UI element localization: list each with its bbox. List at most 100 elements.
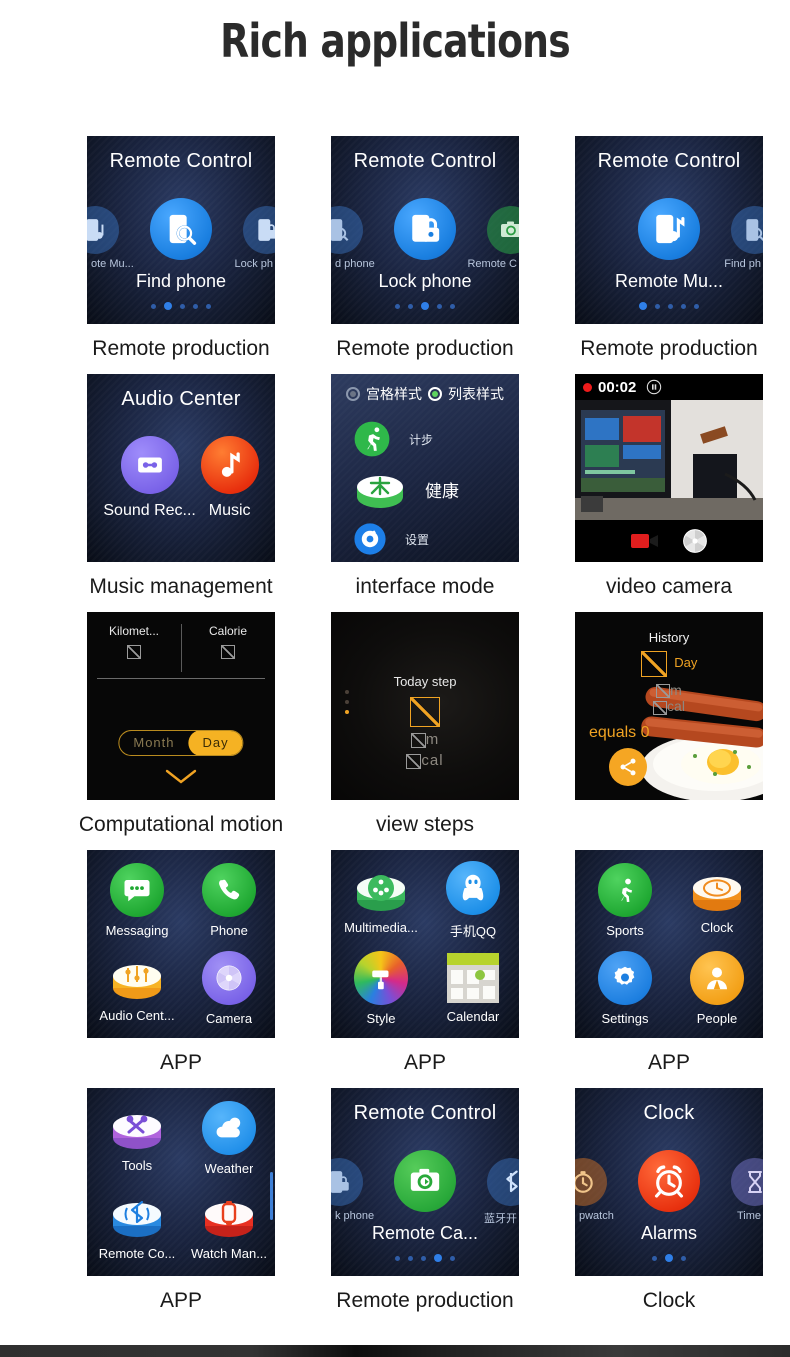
app-camera[interactable]: Camera bbox=[183, 950, 275, 1026]
card-caption: APP bbox=[647, 1051, 691, 1074]
period-toggle[interactable]: Month Day bbox=[118, 730, 244, 756]
list-item[interactable]: 计步 bbox=[353, 414, 509, 464]
lock-phone-icon[interactable] bbox=[394, 198, 456, 260]
video-record-icon[interactable] bbox=[630, 530, 660, 552]
calorie-placeholder bbox=[653, 700, 668, 715]
side-label-left: d phone bbox=[335, 258, 375, 270]
app-settings[interactable]: Settings bbox=[579, 950, 671, 1026]
watch-screen[interactable]: Kilomet... Calorie Month Day bbox=[87, 612, 275, 800]
shutter-icon[interactable] bbox=[682, 528, 708, 554]
app-multimedia[interactable]: Multimedia... bbox=[335, 866, 427, 935]
side-label-left: k phone bbox=[335, 1210, 375, 1222]
watch-screen[interactable]: Multimedia... 手机QQ Style Calendar bbox=[331, 850, 519, 1038]
card-app-grid-3[interactable]: Sports Clock Settings People APP bbox=[551, 850, 787, 1088]
card-interface-mode[interactable]: 宫格样式 列表样式 计步 健康 设置 interface mode bbox=[307, 374, 543, 612]
app-watch-manager[interactable]: Watch Man... bbox=[183, 1192, 275, 1261]
card-app-grid-1[interactable]: Messaging Phone Audio Cent... Camera APP bbox=[63, 850, 299, 1088]
watch-screen[interactable]: Clock pwatch Time Alarms bbox=[575, 1088, 763, 1276]
toggle-day[interactable]: Day bbox=[188, 731, 243, 755]
watch-screen[interactable]: Remote Control k phone 蓝牙开 Remote Ca... bbox=[331, 1088, 519, 1276]
list-item-label: 计步 bbox=[409, 432, 434, 447]
divider bbox=[97, 678, 265, 679]
watch-screen[interactable]: Today step m cal bbox=[331, 612, 519, 800]
card-caption: view steps bbox=[375, 813, 475, 836]
watch-screen[interactable]: Sports Clock Settings People bbox=[575, 850, 763, 1038]
remote-camera-icon[interactable] bbox=[394, 1150, 456, 1212]
list-item[interactable]: 设置 bbox=[353, 514, 509, 562]
card-view-steps[interactable]: Today step m cal view steps bbox=[307, 612, 543, 850]
card-history[interactable]: History Day m cal equals 0 bbox=[551, 612, 787, 850]
pause-icon[interactable] bbox=[646, 379, 662, 395]
card-video-camera[interactable]: 00:02 video camera bbox=[551, 374, 787, 612]
watch-screen[interactable]: Remote Control d phone Remote C Lock pho… bbox=[331, 136, 519, 324]
watch-screen[interactable]: Remote Control ote Mu... Lock ph Find ph… bbox=[87, 136, 275, 324]
watch-screen[interactable]: 00:02 bbox=[575, 374, 763, 562]
page-dots[interactable] bbox=[331, 1254, 519, 1262]
watch-screen[interactable]: 宫格样式 列表样式 计步 健康 设置 bbox=[331, 374, 519, 562]
card-remote-music[interactable]: Remote Control Find ph Remote Mu... Remo… bbox=[551, 136, 787, 374]
app-label: People bbox=[696, 1010, 738, 1026]
lock-phone-icon[interactable] bbox=[331, 1158, 363, 1206]
card-computational-motion[interactable]: Kilomet... Calorie Month Day Computation… bbox=[63, 612, 299, 850]
app-audio-center[interactable]: Audio Cent... bbox=[91, 954, 183, 1023]
app-clock[interactable]: Clock bbox=[671, 866, 763, 935]
app-sound-recorder[interactable]: Sound Rec... bbox=[103, 436, 196, 520]
radio-grid-style[interactable] bbox=[346, 387, 360, 401]
app-sports[interactable]: Sports bbox=[579, 862, 671, 938]
list-item[interactable]: 健康 bbox=[353, 464, 509, 514]
app-messaging[interactable]: Messaging bbox=[91, 862, 183, 938]
style-selector[interactable]: 宫格样式 列表样式 bbox=[331, 384, 519, 404]
remote-music-icon[interactable] bbox=[638, 198, 700, 260]
alarm-clock-icon[interactable] bbox=[638, 1150, 700, 1212]
card-remote-lock-phone[interactable]: Remote Control d phone Remote C Lock pho… bbox=[307, 136, 543, 374]
app-style[interactable]: Style bbox=[335, 950, 427, 1026]
share-icon[interactable] bbox=[609, 748, 647, 786]
find-phone-icon[interactable] bbox=[150, 198, 212, 260]
app-phone[interactable]: Phone bbox=[183, 862, 275, 938]
remote-camera-icon[interactable] bbox=[487, 206, 519, 254]
app-tools[interactable]: Tools bbox=[91, 1104, 183, 1173]
card-audio-center[interactable]: Audio Center Sound Rec... Music Music ma… bbox=[63, 374, 299, 612]
card-remote-camera[interactable]: Remote Control k phone 蓝牙开 Remote Ca... … bbox=[307, 1088, 543, 1326]
radio-list-style[interactable] bbox=[428, 387, 442, 401]
remote-music-icon[interactable] bbox=[87, 206, 119, 254]
app-qq[interactable]: 手机QQ bbox=[427, 860, 519, 940]
side-label-left: pwatch bbox=[579, 1210, 614, 1222]
screen-header: Remote Control bbox=[109, 150, 253, 172]
watch-screen[interactable]: Tools Weather Remote Co... Watch Man... bbox=[87, 1088, 275, 1276]
card-clock-alarms[interactable]: Clock pwatch Time Alarms Clock bbox=[551, 1088, 787, 1326]
card-app-grid-2[interactable]: Multimedia... 手机QQ Style Calendar APP bbox=[307, 850, 543, 1088]
app-people[interactable]: People bbox=[671, 950, 763, 1026]
page-dots[interactable] bbox=[87, 302, 275, 310]
chevron-down-icon[interactable] bbox=[164, 768, 198, 786]
card-caption: video camera bbox=[605, 575, 733, 598]
bluetooth-icon[interactable] bbox=[487, 1158, 519, 1206]
stopwatch-icon[interactable] bbox=[575, 1158, 607, 1206]
audio-apps-row: Sound Rec... Music bbox=[87, 436, 275, 520]
page-dots[interactable] bbox=[575, 302, 763, 310]
scrollbar[interactable] bbox=[270, 1172, 273, 1220]
distance-placeholder bbox=[410, 732, 426, 748]
page-dots[interactable] bbox=[331, 302, 519, 310]
watch-screen[interactable]: Audio Center Sound Rec... Music bbox=[87, 374, 275, 562]
lock-phone-icon[interactable] bbox=[243, 206, 275, 254]
card-row: Tools Weather Remote Co... Watch Man... … bbox=[0, 1088, 790, 1326]
center-label: Alarms bbox=[640, 1223, 697, 1243]
side-label-right: Lock ph bbox=[234, 258, 273, 270]
toggle-month[interactable]: Month bbox=[119, 731, 188, 755]
watch-screen[interactable]: Remote Control Find ph Remote Mu... bbox=[575, 136, 763, 324]
history-heading: History bbox=[648, 630, 690, 645]
card-remote-find-phone[interactable]: Remote Control ote Mu... Lock ph Find ph… bbox=[63, 136, 299, 374]
find-phone-icon[interactable] bbox=[731, 206, 763, 254]
watch-screen[interactable]: History Day m cal equals 0 bbox=[575, 612, 763, 800]
find-phone-icon[interactable] bbox=[331, 206, 363, 254]
page-dots[interactable] bbox=[575, 1254, 763, 1262]
app-music[interactable]: Music bbox=[200, 436, 259, 520]
app-weather[interactable]: Weather bbox=[183, 1100, 275, 1176]
app-calendar[interactable]: Calendar bbox=[427, 952, 519, 1024]
app-remote-control[interactable]: Remote Co... bbox=[91, 1192, 183, 1261]
watch-screen[interactable]: Messaging Phone Audio Cent... Camera bbox=[87, 850, 275, 1038]
hourglass-icon[interactable] bbox=[731, 1158, 763, 1206]
metric-label: Calorie bbox=[208, 624, 247, 638]
card-app-grid-4[interactable]: Tools Weather Remote Co... Watch Man... … bbox=[63, 1088, 299, 1326]
